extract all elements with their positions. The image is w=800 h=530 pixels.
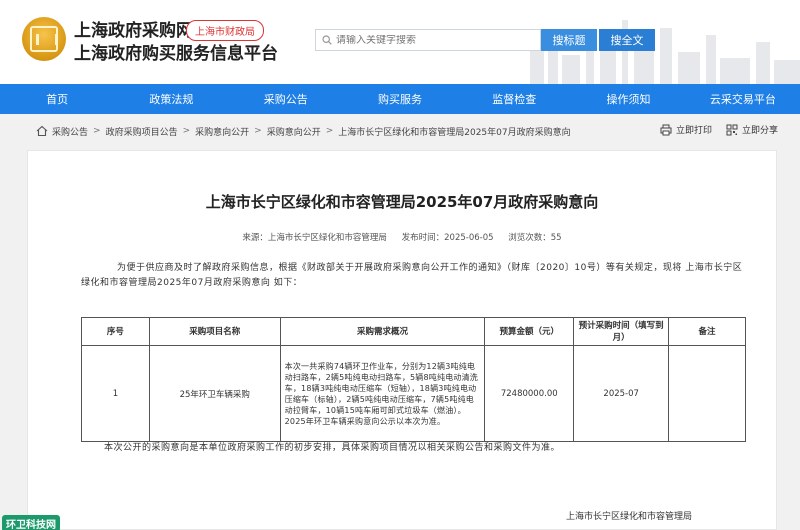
breadcrumb-link[interactable]: 采购意向公开 (267, 125, 321, 138)
table-row: 1 25年环卫车辆采购 本次一共采购74辆环卫作业车，分别为12辆3吨纯电动扫路… (81, 345, 746, 442)
government-emblem-icon (22, 17, 66, 61)
print-label: 立即打印 (676, 126, 713, 136)
article-signoff: 上海市长宁区绿化和市容管理局 (566, 512, 693, 522)
article-meta: 来源：上海市长宁区绿化和市容管理局 发布时间：2025-06-05 浏览次数：5… (28, 231, 776, 243)
print-button[interactable]: 立即打印 (660, 123, 712, 136)
table-header: 备注 (668, 317, 746, 346)
table-cell-budget: 72480000.00 (484, 345, 575, 442)
breadcrumb-separator: > (325, 126, 334, 136)
nav-item-policies[interactable]: 政策法规 (114, 84, 228, 114)
share-button[interactable]: 立即分享 (726, 123, 778, 136)
source-watermark: 环卫科技网 (2, 515, 60, 530)
main-nav: 首页 政策法规 采购公告 购买服务 监督检查 操作须知 云采交易平台 (0, 84, 800, 114)
search-icon (322, 35, 332, 45)
nav-item-cloud-trading[interactable]: 云采交易平台 (686, 84, 800, 114)
article-note: 本次公开的采购意向是本单位政府采购工作的初步安排，具体采购项目情况以相关采购公告… (104, 443, 561, 453)
table-header: 预算金额（元） (484, 317, 575, 346)
nav-item-home[interactable]: 首页 (0, 84, 114, 114)
qr-code-icon (726, 124, 738, 135)
breadcrumb-separator: > (182, 126, 191, 136)
search-input[interactable] (336, 34, 526, 46)
nav-item-purchase-services[interactable]: 购买服务 (343, 84, 457, 114)
procurement-intent-table: 序号 采购项目名称 采购需求概况 预算金额（元） 预计采购时间（填写到月） 备注… (81, 317, 746, 442)
nav-item-instructions[interactable]: 操作须知 (571, 84, 685, 114)
table-header: 采购项目名称 (148, 317, 281, 346)
article-source: 来源：上海市长宁区绿化和市容管理局 (242, 233, 387, 243)
article-date: 发布时间：2025-06-05 (401, 233, 494, 243)
table-cell-index: 1 (81, 345, 150, 442)
table-cell-requirements: 本次一共采购74辆环卫作业车，分别为12辆3吨纯电动扫路车，2辆5吨纯电动扫路车… (279, 345, 486, 442)
site-title-primary: 上海政府采购网 (74, 21, 193, 41)
table-header: 采购需求概况 (279, 317, 486, 346)
breadcrumb-separator: > (254, 126, 262, 136)
breadcrumb-current: 上海市长宁区绿化和市容管理局2025年07月政府采购意向 (338, 127, 571, 138)
search-fulltext-button[interactable]: 搜全文 (599, 29, 655, 51)
share-label: 立即分享 (742, 126, 779, 136)
printer-icon (660, 124, 672, 135)
article-views: 浏览次数：55 (508, 233, 562, 243)
page-title: 上海市长宁区绿化和市容管理局2025年07月政府采购意向 (205, 193, 599, 211)
finance-bureau-badge: 上海市财政局 (186, 20, 264, 41)
site-title-secondary: 上海政府购买服务信息平台 (74, 44, 278, 64)
table-header: 序号 (81, 317, 150, 346)
breadcrumb-link[interactable]: 采购意向公开 (195, 125, 249, 138)
nav-item-supervision[interactable]: 监督检查 (457, 84, 571, 114)
site-header: 上海政府采购网 上海市财政局 上海政府购买服务信息平台 搜标题 搜全文 (0, 0, 800, 84)
nav-item-announcements[interactable]: 采购公告 (229, 84, 343, 114)
table-header-row: 序号 采购项目名称 采购需求概况 预算金额（元） 预计采购时间（填写到月） 备注 (81, 317, 746, 346)
breadcrumb-link[interactable]: 政府采购项目公告 (106, 125, 178, 138)
table-cell-remarks (668, 345, 746, 442)
search-title-button[interactable]: 搜标题 (541, 29, 597, 51)
breadcrumb-link[interactable]: 采购公告 (52, 125, 88, 138)
breadcrumb-separator: > (93, 126, 101, 136)
home-icon[interactable] (36, 125, 48, 137)
table-header: 预计采购时间（填写到月） (573, 317, 670, 346)
search-box (315, 29, 541, 51)
table-cell-project-name: 25年环卫车辆采购 (148, 345, 281, 442)
article-intro: 为便于供应商及时了解政府采购信息，根据《财政部关于开展政府采购意向公开工作的通知… (81, 263, 743, 288)
table-cell-purchase-month: 2025-07 (573, 345, 670, 442)
article-content: 上海市长宁区绿化和市容管理局2025年07月政府采购意向 来源：上海市长宁区绿化… (27, 150, 777, 530)
